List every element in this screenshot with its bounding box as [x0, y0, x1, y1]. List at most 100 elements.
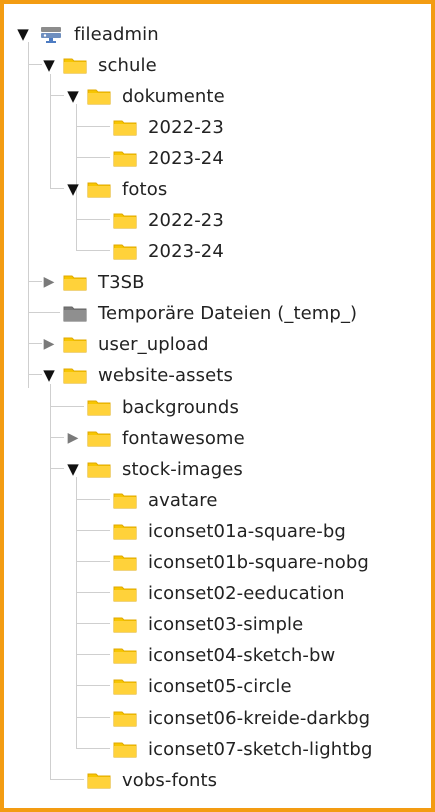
- tree-item-avatare[interactable]: avatare: [112, 487, 218, 513]
- tree-item-label: 2023-24: [148, 147, 224, 169]
- tree-line: [50, 437, 64, 438]
- folder-tree: ▼ fileadmin ▼ schule ▼ dokumente 2022-23…: [4, 4, 431, 808]
- folder-icon: [86, 86, 112, 106]
- tree-item-label: iconset06-kreide-darkbg: [148, 707, 371, 729]
- folder-icon: [112, 148, 138, 168]
- tree-item-label: dokumente: [122, 85, 225, 107]
- folder-icon: [86, 179, 112, 199]
- tree-item-iconset01a[interactable]: iconset01a-square-bg: [112, 518, 346, 544]
- tree-item-T3SB[interactable]: ▶ T3SB: [42, 269, 145, 295]
- tree-item-fileadmin[interactable]: ▼ fileadmin: [16, 21, 159, 47]
- tree-line: [28, 281, 42, 282]
- folder-icon: [112, 490, 138, 510]
- tree-item-label: avatare: [148, 489, 218, 511]
- expand-triangle-icon[interactable]: ▶: [42, 337, 56, 351]
- tree-line: [28, 343, 42, 344]
- tree-item-temp[interactable]: Temporäre Dateien (_temp_): [62, 300, 357, 326]
- folder-icon: [112, 521, 138, 541]
- tree-item-iconset07[interactable]: iconset07-sketch-lightbg: [112, 736, 372, 762]
- folder-icon: [86, 397, 112, 417]
- folder-icon: [112, 645, 138, 665]
- tree-item-fontawesome[interactable]: ▶ fontawesome: [66, 425, 245, 451]
- tree-item-label: 2022-23: [148, 116, 224, 138]
- expand-triangle-icon[interactable]: ▶: [42, 275, 56, 289]
- tree-item-schule[interactable]: ▼ schule: [42, 52, 157, 78]
- tree-item-iconset05[interactable]: iconset05-circle: [112, 673, 292, 699]
- tree-line: [50, 95, 64, 96]
- tree-line: [50, 779, 84, 780]
- tree-line: [76, 530, 110, 531]
- tree-line: [76, 592, 110, 593]
- expand-triangle-icon[interactable]: ▶: [66, 431, 80, 445]
- tree-line: [76, 623, 110, 624]
- tree-item-iconset02[interactable]: iconset02-eeducation: [112, 580, 345, 606]
- tree-line: [28, 64, 42, 65]
- tree-line: [76, 477, 77, 749]
- tree-item-dokumente[interactable]: ▼ dokumente: [66, 83, 225, 109]
- tree-item-2023-24[interactable]: 2023-24: [112, 238, 224, 264]
- folder-icon: [112, 117, 138, 137]
- folder-icon: [112, 210, 138, 230]
- tree-line: [76, 499, 110, 500]
- tree-line: [76, 654, 110, 655]
- tree-item-label: backgrounds: [122, 396, 239, 418]
- tree-item-stock-images[interactable]: ▼ stock-images: [66, 456, 243, 482]
- tree-item-label: fotos: [122, 178, 168, 200]
- tree-line: [50, 468, 64, 469]
- folder-icon: [86, 459, 112, 479]
- tree-item-label: 2022-23: [148, 209, 224, 231]
- tree-line: [50, 406, 84, 407]
- tree-item-label: website-assets: [98, 364, 233, 386]
- tree-item-vobs-fonts[interactable]: vobs-fonts: [86, 767, 217, 793]
- tree-item-label: vobs-fonts: [122, 769, 218, 791]
- tree-item-iconset01b[interactable]: iconset01b-square-nobg: [112, 549, 369, 575]
- tree-item-2022-23[interactable]: 2022-23: [112, 114, 224, 140]
- tree-item-iconset03[interactable]: iconset03-simple: [112, 611, 303, 637]
- tree-item-label: Temporäre Dateien (_temp_): [98, 302, 358, 324]
- tree-item-label: iconset03-simple: [148, 613, 304, 635]
- tree-item-2022-23[interactable]: 2022-23: [112, 207, 224, 233]
- folder-icon: [112, 614, 138, 634]
- folder-icon: [112, 583, 138, 603]
- folder-icon: [62, 272, 88, 292]
- folder-icon: [86, 770, 112, 790]
- tree-item-label: iconset07-sketch-lightbg: [148, 738, 373, 760]
- collapse-triangle-icon[interactable]: ▼: [66, 181, 80, 196]
- tree-line: [76, 748, 110, 749]
- tree-item-user-upload[interactable]: ▶ user_upload: [42, 331, 209, 357]
- folder-icon: [112, 552, 138, 572]
- tree-item-2023-24[interactable]: 2023-24: [112, 145, 224, 171]
- tree-item-iconset06[interactable]: iconset06-kreide-darkbg: [112, 705, 370, 731]
- collapse-triangle-icon[interactable]: ▼: [42, 57, 56, 72]
- tree-item-label: iconset01b-square-nobg: [148, 551, 369, 573]
- tree-line: [76, 157, 110, 158]
- folder-icon: [112, 241, 138, 261]
- tree-line: [76, 197, 77, 250]
- tree-item-label: fontawesome: [122, 427, 245, 449]
- folder-icon: [112, 676, 138, 696]
- folder-icon: [62, 55, 88, 75]
- tree-line: [28, 374, 42, 375]
- tree-item-label: fileadmin: [74, 23, 159, 45]
- tree-line: [76, 561, 110, 562]
- tree-item-backgrounds[interactable]: backgrounds: [86, 394, 239, 420]
- tree-line: [28, 312, 60, 313]
- file-tree-panel: ▼ fileadmin ▼ schule ▼ dokumente 2022-23…: [0, 0, 435, 812]
- tree-line: [50, 188, 64, 189]
- tree-line: [76, 126, 110, 127]
- collapse-triangle-icon[interactable]: ▼: [42, 367, 56, 382]
- tree-item-website-assets[interactable]: ▼ website-assets: [42, 362, 233, 388]
- tree-item-label: schule: [98, 54, 157, 76]
- folder-icon: [62, 334, 88, 354]
- collapse-triangle-icon[interactable]: ▼: [66, 88, 80, 103]
- tree-item-iconset04[interactable]: iconset04-sketch-bw: [112, 642, 335, 668]
- tree-item-fotos[interactable]: ▼ fotos: [66, 176, 167, 202]
- tree-line: [76, 250, 110, 251]
- tree-line: [76, 717, 110, 718]
- folder-icon: [112, 708, 138, 728]
- tree-item-label: iconset01a-square-bg: [148, 520, 346, 542]
- collapse-triangle-icon[interactable]: ▼: [16, 26, 30, 41]
- collapse-triangle-icon[interactable]: ▼: [66, 461, 80, 476]
- tree-item-label: iconset05-circle: [148, 675, 292, 697]
- tree-item-label: iconset02-eeducation: [148, 582, 345, 604]
